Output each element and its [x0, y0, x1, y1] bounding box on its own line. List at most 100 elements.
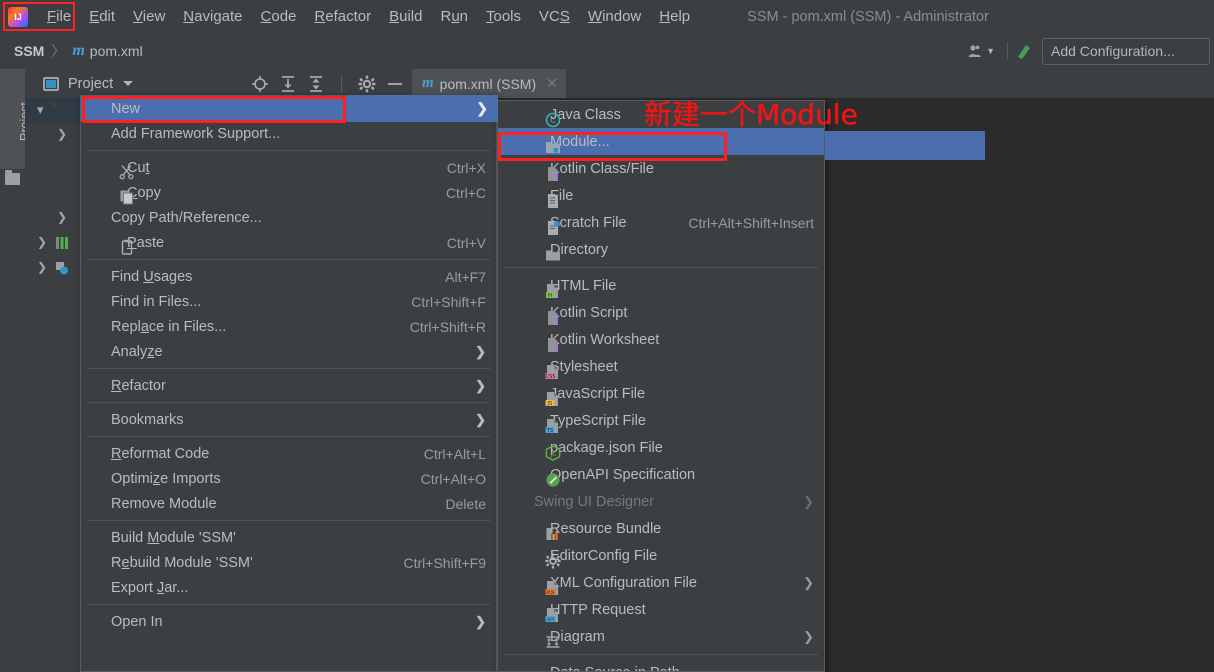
submenu-item-label: OpenAPI Specification [550, 466, 696, 483]
submenu-item-directory[interactable]: Directory [498, 236, 824, 263]
menu-item-label: Bookmarks [111, 411, 184, 428]
menu-item-shortcut: Delete [445, 495, 486, 512]
svg-text:JS: JS [549, 451, 556, 458]
context-menu-item-export-jar[interactable]: Export Jar... [81, 575, 496, 600]
submenu-item-data-source-in-path[interactable]: Data Source in Path [498, 659, 824, 672]
menu-view[interactable]: View [124, 5, 174, 29]
menu-refactor[interactable]: Refactor [305, 5, 380, 29]
context-menu-item-optimize-imports[interactable]: Optimize Imports Ctrl+Alt+O [81, 466, 496, 491]
chevron-right-icon-4[interactable]: ❯ [37, 260, 47, 274]
context-menu-item-find-usages[interactable]: Find Usages Alt+F7 [81, 264, 496, 289]
menu-navigate[interactable]: Navigate [174, 5, 251, 29]
context-menu-item-rebuild-module-ssm[interactable]: Rebuild Module 'SSM' Ctrl+Shift+F9 [81, 550, 496, 575]
menu-item-label: Optimize Imports [111, 470, 221, 487]
chevron-expanded-icon[interactable]: ▾ [37, 102, 44, 118]
new-submenu: C Java Class Module... Kotlin Class/File Fil… [497, 100, 825, 672]
submenu-item-diagram[interactable]: Diagram ❯ [498, 623, 824, 650]
menu-edit[interactable]: Edit [80, 5, 124, 29]
svg-text:CSS: CSS [546, 374, 556, 380]
breadcrumb-project[interactable]: SSM [14, 43, 44, 59]
menu-item-label: Find Usages [111, 268, 193, 285]
context-menu-item-build-module-ssm[interactable]: Build Module 'SSM' [81, 525, 496, 550]
submenu-item-shortcut: Ctrl+Alt+Shift+Insert [688, 214, 814, 231]
context-menu-item-open-in[interactable]: Open In ❯ [81, 609, 496, 634]
submenu-item-xml-configuration-file[interactable]: <> XML Configuration File ❯ [498, 569, 824, 596]
navigation-bar: SSM 〉 m pom.xml ▼ Add Configuration... [0, 33, 1214, 69]
submenu-separator [504, 654, 818, 655]
chevron-down-icon[interactable] [123, 81, 134, 86]
menu-code[interactable]: Code [252, 5, 306, 29]
collapse-all-icon[interactable] [307, 75, 325, 93]
library-icon [55, 236, 69, 255]
chevron-right-icon: ❯ [475, 343, 486, 359]
submenu-item-html-file[interactable]: H HTML File [498, 272, 824, 299]
submenu-item-kotlin-worksheet[interactable]: Kotlin Worksheet [498, 326, 824, 353]
submenu-item-editorconfig-file[interactable]: EditorConfig File [498, 542, 824, 569]
menu-tools[interactable]: Tools [477, 5, 530, 29]
kotlin-script-icon [545, 310, 561, 326]
context-menu-item-analyze[interactable]: Analyze ❯ [81, 339, 496, 364]
submenu-item-file[interactable]: File [498, 182, 824, 209]
context-menu-item-cut[interactable]: Cut Ctrl+X [81, 155, 496, 180]
chevron-right-icon-2[interactable]: ❯ [57, 210, 67, 224]
context-menu-item-bookmarks[interactable]: Bookmarks ❯ [81, 407, 496, 432]
submenu-item-javascript-file[interactable]: JS JavaScript File [498, 380, 824, 407]
context-menu-item-refactor[interactable]: Refactor ❯ [81, 373, 496, 398]
menu-separator [87, 402, 490, 403]
menu-vcs[interactable]: VCS [530, 5, 579, 29]
submenu-item-kotlin-class-file[interactable]: Kotlin Class/File [498, 155, 824, 182]
folder-icon[interactable] [5, 170, 20, 185]
menu-file[interactable]: File [38, 5, 80, 29]
chevron-right-icon[interactable]: ❯ [57, 127, 67, 141]
context-menu-item-paste[interactable]: Paste Ctrl+V [81, 230, 496, 255]
submenu-item-openapi-specification[interactable]: OpenAPI Specification [498, 461, 824, 488]
submenu-item-stylesheet[interactable]: CSS Stylesheet [498, 353, 824, 380]
close-icon[interactable]: ✕ [546, 75, 558, 92]
expand-all-icon[interactable] [279, 75, 297, 93]
submenu-item-scratch-file[interactable]: Scratch File Ctrl+Alt+Shift+Insert [498, 209, 824, 236]
context-menu-item-replace-in-files[interactable]: Replace in Files... Ctrl+Shift+R [81, 314, 496, 339]
clipboard-icon [119, 239, 135, 255]
menu-item-label: New [111, 100, 141, 117]
menu-separator [87, 259, 490, 260]
chevron-right-icon-3[interactable]: ❯ [37, 235, 47, 249]
breadcrumb-file[interactable]: pom.xml [90, 43, 143, 59]
submenu-item-label: Kotlin Script [550, 304, 628, 321]
menu-build[interactable]: Build [380, 5, 431, 29]
menu-run[interactable]: Run [431, 5, 477, 29]
context-menu-item-add-framework-support[interactable]: Add Framework Support... [81, 121, 496, 146]
locate-icon[interactable] [251, 75, 269, 93]
context-menu-item-reformat-code[interactable]: Reformat Code Ctrl+Alt+L [81, 441, 496, 466]
submenu-item-kotlin-script[interactable]: Kotlin Script [498, 299, 824, 326]
settings-gear-icon[interactable] [358, 75, 376, 93]
hide-icon[interactable] [386, 75, 404, 93]
project-panel-header: Project [25, 69, 412, 98]
menu-item-shortcut: Ctrl+X [446, 159, 486, 176]
tool-tab-project[interactable]: Project [0, 69, 32, 169]
project-panel-title: Project [68, 75, 114, 92]
gear-icon [545, 553, 561, 569]
context-menu-item-find-in-files[interactable]: Find in Files... Ctrl+Shift+F [81, 289, 496, 314]
submenu-item-resource-bundle[interactable]: Resource Bundle [498, 515, 824, 542]
user-dropdown-icon[interactable]: ▼ [968, 44, 995, 58]
copy-icon [119, 189, 135, 205]
submenu-item-label: package.json File [550, 439, 663, 456]
menu-item-label: Build Module 'SSM' [111, 529, 236, 546]
submenu-item-typescript-file[interactable]: TS TypeScript File [498, 407, 824, 434]
submenu-item-http-request[interactable]: API HTTP Request [498, 596, 824, 623]
add-configuration-button[interactable]: Add Configuration... [1042, 37, 1210, 65]
menu-item-shortcut: Ctrl+Shift+F [411, 293, 486, 310]
submenu-item-label: XML Configuration File [550, 574, 697, 591]
annotation-text: 新建一个Module [644, 98, 858, 131]
run-arrow-icon[interactable] [1014, 41, 1034, 61]
context-menu-item-remove-module[interactable]: Remove Module Delete [81, 491, 496, 516]
menu-window[interactable]: Window [579, 5, 650, 29]
submenu-item-label: TypeScript File [550, 412, 646, 429]
scratch-file-icon [545, 220, 561, 236]
editor-tab-pom-xml[interactable]: m pom.xml (SSM) ✕ [412, 69, 566, 98]
submenu-item-package-json-file[interactable]: JS package.json File [498, 434, 824, 462]
context-menu-item-copy[interactable]: CopyCtrl+C [81, 180, 496, 205]
menu-help[interactable]: Help [650, 5, 699, 29]
context-menu-item-copy-path-reference[interactable]: Copy Path/Reference... [81, 205, 496, 230]
submenu-item-label: JavaScript File [550, 385, 646, 402]
